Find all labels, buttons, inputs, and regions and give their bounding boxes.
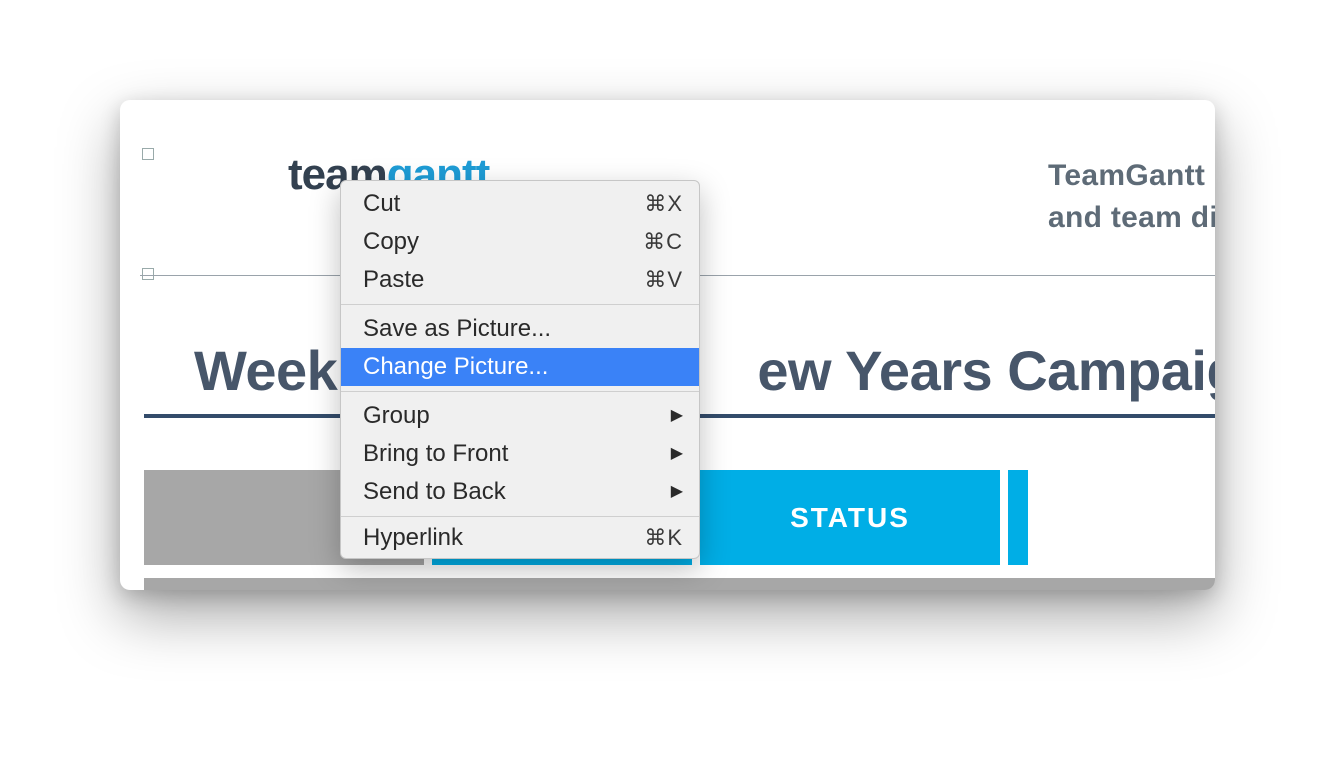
menu-item-label: Send to Back [363, 473, 506, 511]
menu-item-shortcut: ⌘X [644, 185, 683, 223]
table-header-cell [1008, 470, 1028, 565]
menu-item-label: Paste [363, 261, 424, 299]
menu-item-label: Bring to Front [363, 435, 508, 473]
menu-item-label: Group [363, 397, 430, 435]
menu-separator [341, 391, 699, 392]
menu-item-shortcut: ⌘C [643, 223, 683, 261]
menu-item-label: Copy [363, 223, 419, 261]
header-right-line2: and team di [1048, 197, 1215, 239]
app-window: teamgantt TeamGantt and team di Week ew … [120, 100, 1215, 590]
page-title-left: Week [194, 339, 337, 402]
menu-item-paste[interactable]: Paste ⌘V [341, 261, 699, 299]
table-header-label: STATUS [790, 502, 910, 534]
menu-item-label: Cut [363, 185, 400, 223]
menu-item-label: Save as Picture... [363, 310, 551, 348]
selection-handle-icon[interactable] [142, 148, 154, 160]
menu-item-send-to-back[interactable]: Send to Back ▶ [341, 473, 699, 511]
menu-item-label: Hyperlink [363, 522, 463, 554]
context-menu[interactable]: Cut ⌘X Copy ⌘C Paste ⌘V Save as Picture.… [340, 180, 700, 559]
menu-item-change-picture[interactable]: Change Picture... [341, 348, 699, 386]
logo-mark-icon [220, 166, 278, 184]
menu-item-save-as-picture[interactable]: Save as Picture... [341, 310, 699, 348]
menu-item-shortcut: ⌘V [644, 261, 683, 299]
chevron-right-icon: ▶ [671, 397, 683, 435]
chevron-right-icon: ▶ [671, 473, 683, 511]
menu-separator [341, 304, 699, 305]
menu-separator [341, 516, 699, 517]
menu-item-label: Change Picture... [363, 348, 548, 386]
menu-item-bring-to-front[interactable]: Bring to Front ▶ [341, 435, 699, 473]
menu-item-group[interactable]: Group ▶ [341, 397, 699, 435]
menu-item-hyperlink[interactable]: Hyperlink ⌘K [341, 522, 699, 554]
page-title-right: ew Years Campaign [757, 339, 1215, 402]
header-right-line1: TeamGantt [1048, 155, 1215, 197]
table-header-cell-status: STATUS [700, 470, 1000, 565]
header-right-text: TeamGantt and team di [1048, 155, 1215, 239]
menu-item-cut[interactable]: Cut ⌘X [341, 185, 699, 223]
selection-handle-icon[interactable] [142, 268, 154, 280]
chevron-right-icon: ▶ [671, 435, 683, 473]
menu-item-copy[interactable]: Copy ⌘C [341, 223, 699, 261]
menu-item-shortcut: ⌘K [644, 522, 683, 554]
table-row [144, 578, 1215, 590]
